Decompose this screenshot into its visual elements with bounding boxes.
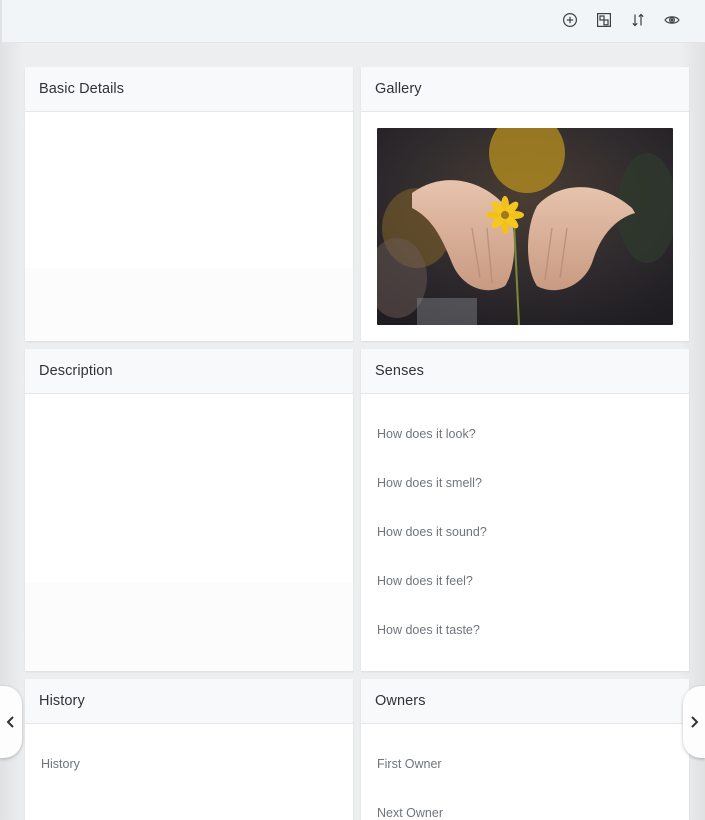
eye-icon <box>664 16 680 24</box>
chevron-left-icon <box>6 716 14 728</box>
description-body[interactable] <box>25 394 353 671</box>
previous-page-button[interactable] <box>0 686 22 758</box>
next-owner-field[interactable]: Next Owner <box>377 806 443 820</box>
app-window: Basic Details Gallery Description Senses… <box>0 0 705 820</box>
add-circle-icon <box>562 12 578 28</box>
description-card: Description <box>25 349 353 671</box>
senses-taste-field[interactable]: How does it taste? <box>377 623 480 637</box>
history-body: History <box>25 724 353 820</box>
gallery-card: Gallery <box>361 67 689 341</box>
basic-details-body[interactable] <box>25 112 353 341</box>
sort-button[interactable] <box>627 9 649 31</box>
history-title: History <box>25 679 353 724</box>
senses-sound-field[interactable]: How does it sound? <box>377 525 487 539</box>
top-toolbar <box>2 0 705 43</box>
next-page-button[interactable] <box>683 686 705 758</box>
owners-card: Owners First Owner Next Owner <box>361 679 689 820</box>
add-button[interactable] <box>559 9 581 31</box>
senses-feel-field[interactable]: How does it feel? <box>377 574 473 588</box>
basic-details-title: Basic Details <box>25 67 353 112</box>
chevron-right-icon <box>691 716 699 728</box>
hands-flower-image <box>377 128 673 325</box>
owners-title: Owners <box>361 679 689 724</box>
gallery-image[interactable] <box>377 128 673 325</box>
gallery-title: Gallery <box>361 67 689 112</box>
toolbar-actions <box>559 9 683 31</box>
history-card: History History <box>25 679 353 820</box>
gallery-body <box>361 112 689 341</box>
layout-button[interactable] <box>593 9 615 31</box>
owners-body: First Owner Next Owner <box>361 724 689 820</box>
basic-details-card: Basic Details <box>25 67 353 341</box>
description-title: Description <box>25 349 353 394</box>
senses-smell-field[interactable]: How does it smell? <box>377 476 482 490</box>
preview-button[interactable] <box>661 9 683 31</box>
senses-body: How does it look? How does it smell? How… <box>361 394 689 671</box>
layout-icon <box>597 13 612 28</box>
senses-title: Senses <box>361 349 689 394</box>
sort-icon <box>632 13 644 27</box>
senses-look-field[interactable]: How does it look? <box>377 427 476 441</box>
history-field[interactable]: History <box>41 757 80 771</box>
first-owner-field[interactable]: First Owner <box>377 757 442 771</box>
senses-card: Senses How does it look? How does it sme… <box>361 349 689 671</box>
